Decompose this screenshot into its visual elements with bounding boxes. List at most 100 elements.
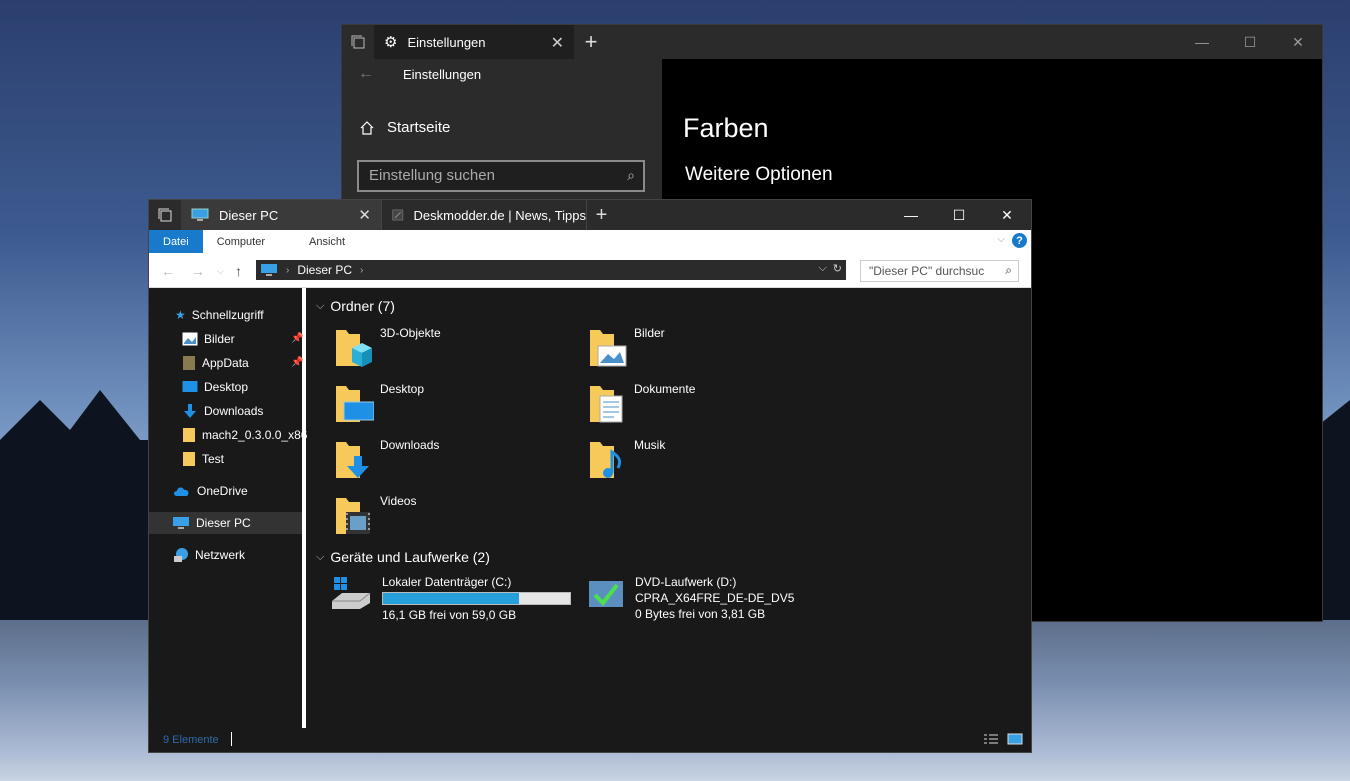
tab-overview-icon[interactable] (342, 25, 374, 59)
nav-this-pc[interactable]: Dieser PC (149, 512, 302, 534)
item-count: 9 Elemente (163, 734, 219, 746)
up-arrow-icon[interactable]: ↑ (235, 263, 242, 279)
nav-label: Dieser PC (196, 516, 251, 530)
drive-c[interactable]: Lokaler Datenträger (C:) 16,1 GB frei vo… (330, 575, 571, 622)
nav-item-appdata[interactable]: AppData (182, 352, 249, 374)
folder-bilder[interactable]: Bilder (588, 326, 665, 370)
folder-label: Desktop (380, 382, 425, 396)
chevron-down-icon: ⌵ (316, 550, 325, 563)
minimize-button[interactable]: — (887, 200, 935, 230)
ribbon-tab-file[interactable]: Datei (149, 230, 203, 253)
folder-dokumente[interactable]: Dokumente (588, 382, 695, 426)
drive-name: Lokaler Datenträger (C:) (382, 575, 512, 589)
computer-icon (261, 264, 277, 276)
recent-chevron-icon[interactable]: ⌵ (217, 266, 224, 277)
nav-item-bilder[interactable]: Bilder (182, 328, 235, 350)
maximize-button[interactable]: ☐ (935, 200, 983, 230)
nav-item-mach2[interactable]: mach2_0.3.0.0_x86 (182, 424, 307, 446)
search-placeholder: "Dieser PC" durchsuc (869, 264, 985, 278)
breadcrumb-chevron-icon: › (360, 264, 364, 276)
new-tab-button[interactable]: + (574, 25, 608, 59)
cloud-icon (174, 487, 189, 496)
sidebar-title: Einstellungen (403, 67, 482, 82)
drives-group-header[interactable]: ⌵ Geräte und Laufwerke (2) (316, 549, 490, 565)
folder-3d-objects[interactable]: 3D-Objekte (334, 326, 441, 370)
address-bar[interactable]: › Dieser PC › ⌵ ↻ (256, 260, 846, 280)
nav-item-desktop[interactable]: Desktop (182, 376, 248, 398)
folders-group-header[interactable]: ⌵ Ordner (7) (316, 298, 395, 314)
tab-deskmodder[interactable]: Deskmodder.de | News, Tipps (381, 200, 586, 230)
settings-search-input[interactable]: Einstellung suchen ⌕ (357, 160, 645, 192)
pin-icon[interactable]: 📌 (291, 333, 303, 344)
nav-label: Schnellzugriff (191, 308, 264, 322)
text-cursor (231, 732, 232, 746)
drive-usage-fill (383, 593, 519, 604)
tiles-view-icon[interactable] (1007, 733, 1023, 745)
search-icon: ⌕ (627, 167, 635, 183)
hard-drive-icon (332, 577, 371, 609)
download-arrow-icon (184, 404, 196, 418)
nav-label: Netzwerk (195, 548, 246, 562)
tab-label: Dieser PC (219, 207, 279, 223)
back-arrow-icon[interactable]: ← (358, 65, 374, 83)
back-arrow-icon[interactable]: ← (161, 263, 175, 279)
tab-this-pc[interactable]: Dieser PC ✕ (181, 200, 381, 230)
page-icon (392, 209, 404, 221)
forward-arrow-icon[interactable]: → (191, 263, 205, 279)
close-tab-icon[interactable]: ✕ (551, 33, 564, 53)
history-chevron-icon[interactable]: ⌵ (818, 262, 826, 275)
folder-label: Musik (634, 438, 666, 452)
minimize-button[interactable]: — (1178, 25, 1226, 59)
nav-label: mach2_0.3.0.0_x86 (202, 428, 308, 442)
group-label: Geräte und Laufwerke (2) (330, 549, 490, 565)
pictures-folder-icon (590, 330, 627, 367)
tab-overview-icon[interactable] (149, 200, 181, 230)
folder-desktop[interactable]: Desktop (334, 382, 424, 426)
nav-quick-access[interactable]: ★ Schnellzugriff (175, 304, 264, 326)
page-title: Farben (683, 113, 769, 143)
nav-label: AppData (202, 356, 249, 370)
folder-label: 3D-Objekte (380, 326, 441, 340)
pin-icon[interactable]: 📌 (291, 357, 303, 368)
ribbon-tab-view[interactable]: Ansicht (279, 230, 359, 253)
folder-musik[interactable]: Musik (588, 438, 665, 482)
chevron-down-icon[interactable]: ⌵ (997, 234, 1005, 245)
address-toolbar: ← → ⌵ ↑ › Dieser PC › ⌵ ↻ "Dieser PC" du… (149, 253, 1031, 288)
settings-tab[interactable]: ⚙ Einstellungen ✕ (374, 25, 574, 59)
new-tab-button[interactable]: + (586, 200, 616, 230)
close-tab-icon[interactable]: ✕ (358, 206, 371, 224)
folder-videos[interactable]: Videos (334, 494, 416, 538)
folder-label: Bilder (634, 326, 665, 340)
music-folder-icon (590, 442, 622, 478)
folder-label: Videos (380, 494, 417, 508)
drive-free-space: 16,1 GB frei von 59,0 GB (382, 608, 517, 622)
gear-icon: ⚙ (384, 34, 398, 51)
nav-item-downloads[interactable]: Downloads (182, 400, 263, 422)
folder-icon (183, 452, 195, 466)
nav-network[interactable]: Netzwerk (173, 544, 245, 566)
nav-item-test[interactable]: Test (182, 448, 224, 470)
home-link[interactable]: Startseite (359, 119, 450, 136)
folder-downloads[interactable]: Downloads (334, 438, 439, 482)
computer-icon (191, 208, 209, 221)
maximize-button[interactable]: ☐ (1226, 25, 1274, 59)
help-icon[interactable]: ? (1012, 233, 1027, 248)
ribbon-tab-computer[interactable]: Computer (203, 230, 279, 253)
drive-free-space: 0 Bytes frei von 3,81 GB (635, 607, 766, 621)
nav-label: Test (202, 452, 225, 466)
desktop-folder-icon (336, 386, 374, 422)
pictures-icon (182, 332, 198, 346)
home-label: Startseite (387, 119, 451, 136)
folder-icon (183, 428, 195, 442)
star-icon: ★ (175, 308, 186, 322)
details-view-icon[interactable] (983, 733, 999, 745)
search-input[interactable]: "Dieser PC" durchsuc ⌕ (860, 260, 1019, 282)
close-button[interactable]: ✕ (1274, 25, 1322, 59)
nav-onedrive[interactable]: OneDrive (173, 480, 248, 502)
breadcrumb-chevron-icon: › (286, 264, 290, 276)
nav-label: Desktop (204, 380, 249, 394)
drive-d[interactable]: DVD-Laufwerk (D:) CPRA_X64FRE_DE-DE_DV5 … (587, 575, 794, 621)
refresh-icon[interactable]: ↻ (833, 262, 842, 275)
close-button[interactable]: ✕ (983, 200, 1031, 230)
downloads-folder-icon (336, 442, 369, 478)
